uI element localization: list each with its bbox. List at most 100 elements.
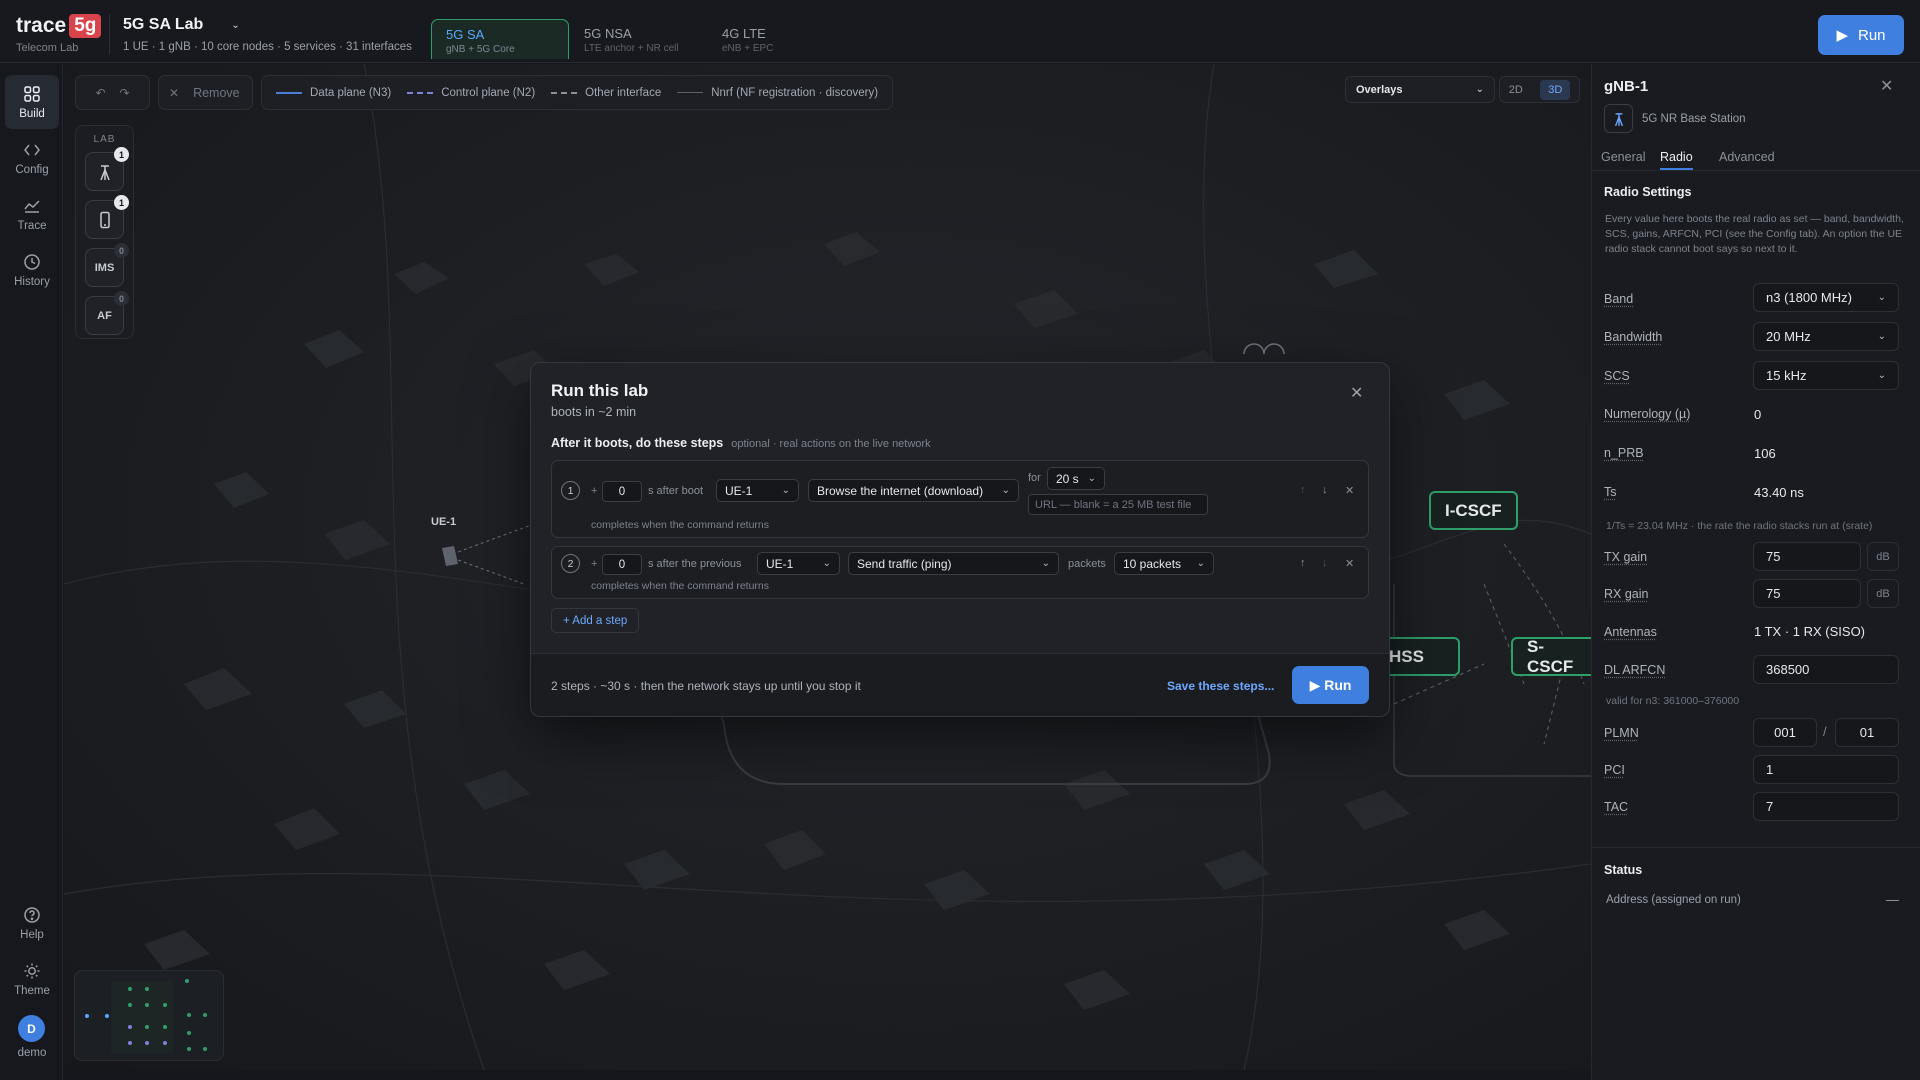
dialog-title: Run this lab — [551, 381, 649, 400]
step-action-select[interactable]: Browse the internet (download) ⌄ — [808, 479, 1019, 502]
chevron-down-icon: ⌄ — [1877, 370, 1886, 381]
field-label-tx-gain: TX gain — [1604, 550, 1648, 564]
minimap-dots — [85, 979, 207, 1053]
step-action-value: Send traffic (ping) — [857, 556, 952, 571]
dialog-run-button[interactable]: ▶ Run — [1292, 666, 1369, 704]
legend-label: Nnrf (NF registration · discovery) — [711, 86, 879, 99]
dl-arfcn-note: valid for n3: 361000–376000 — [1606, 695, 1740, 707]
steps-optional-note: optional · real actions on the live netw… — [731, 438, 931, 450]
minimap[interactable] — [74, 970, 224, 1061]
step-delay-input[interactable]: 0 — [602, 554, 642, 575]
palette-item-af[interactable]: AF 0 — [85, 291, 129, 335]
help-icon — [24, 906, 40, 923]
delete-step-icon[interactable]: ✕ — [1345, 484, 1354, 497]
plmn-mcc-input[interactable]: 001 — [1753, 718, 1817, 747]
close-icon[interactable]: ✕ — [1880, 76, 1893, 96]
step-target-select[interactable]: UE-1 ⌄ — [757, 552, 840, 575]
avatar[interactable]: D — [18, 1015, 45, 1042]
step-duration-select[interactable]: 20 s ⌄ — [1047, 467, 1105, 490]
remove-button[interactable]: ✕ Remove — [158, 75, 253, 110]
numerology-value: 0 — [1754, 407, 1762, 422]
step-target-select[interactable]: UE-1 ⌄ — [716, 479, 799, 502]
field-label-nprb: n_PRB — [1604, 446, 1644, 460]
step-duration-value: 20 s — [1056, 471, 1079, 486]
field-label-rx-gain: RX gain — [1604, 587, 1649, 601]
tab-advanced[interactable]: Advanced — [1719, 150, 1775, 168]
pci-value: 1 — [1766, 762, 1774, 777]
palette-item-gnb[interactable]: 1 — [85, 147, 129, 191]
help-text: Every value here boots the real radio as… — [1605, 213, 1904, 255]
chart-icon — [24, 199, 40, 213]
dialog-subtitle: boots in ~2 min — [551, 405, 637, 419]
rx-gain-input[interactable]: 75 — [1753, 579, 1861, 608]
chevron-down-icon: ⌄ — [1475, 84, 1484, 95]
legend-label: Other interface — [585, 86, 662, 99]
view-toggle: 2D 3D — [1499, 76, 1580, 103]
ts-note: 1/Ts = 23.04 MHz · the rate the radio st… — [1606, 520, 1873, 532]
tac-value: 7 — [1766, 799, 1774, 814]
tab-sublabel: LTE anchor + NR cell — [584, 43, 679, 54]
plmn-mnc-input[interactable]: 01 — [1835, 718, 1899, 747]
legend-item: Control plane (N2) — [407, 87, 535, 99]
legend-item: Other interface — [551, 87, 661, 99]
step-note: completes when the command returns — [591, 519, 770, 531]
move-up-icon[interactable]: ↑ — [1300, 557, 1306, 569]
node-i-cscf[interactable]: I-CSCF — [1429, 491, 1518, 530]
rail-item-label: History — [14, 275, 50, 288]
save-steps-link[interactable]: Save these steps... — [1167, 679, 1274, 693]
overlays-select[interactable]: Overlays ⌄ — [1345, 76, 1495, 103]
app-logo: trace 5g — [16, 14, 102, 38]
scs-select[interactable]: 15 kHz ⌄ — [1753, 361, 1899, 390]
brand-badge: 5g — [69, 14, 102, 38]
field-label-scs: SCS — [1604, 369, 1630, 383]
redo-icon[interactable]: ↷ — [120, 86, 130, 100]
lab-summary: 1 UE · 1 gNB · 10 core nodes · 5 service… — [123, 41, 412, 53]
rail-item-trace[interactable]: Trace — [5, 187, 59, 241]
rail-item-help[interactable]: Help — [5, 896, 59, 950]
step-target-value: UE-1 — [725, 483, 753, 498]
rail-item-theme[interactable]: Theme — [5, 952, 59, 1006]
rail-item-build[interactable]: Build — [5, 75, 59, 129]
chevron-down-icon: ⌄ — [1041, 558, 1050, 569]
step-url-input[interactable]: URL — blank = a 25 MB test file — [1028, 494, 1208, 515]
step-delay-input[interactable]: 0 — [602, 481, 642, 502]
run-button[interactable]: ▶ Run — [1818, 15, 1904, 55]
rail-item-label: Theme — [14, 984, 50, 997]
tab-radio[interactable]: Radio — [1660, 150, 1693, 170]
tab-4g-lte[interactable]: 4G LTE eNB + EPC — [708, 19, 828, 59]
palette-item-label: AF — [97, 309, 112, 322]
view-2d-button[interactable]: 2D — [1509, 84, 1523, 96]
move-up-icon[interactable]: ↑ — [1300, 484, 1306, 496]
lab-selector[interactable]: 5G SA Lab ⌄ — [123, 16, 240, 34]
pci-input[interactable]: 1 — [1753, 755, 1899, 784]
dl-arfcn-input[interactable]: 368500 — [1753, 655, 1899, 684]
delete-step-icon[interactable]: ✕ — [1345, 557, 1354, 570]
move-down-icon[interactable]: ↓ — [1322, 484, 1328, 496]
close-icon[interactable]: ✕ — [1350, 383, 1363, 403]
tab-5g-nsa[interactable]: 5G NSA LTE anchor + NR cell — [570, 19, 708, 59]
tab-general[interactable]: General — [1601, 150, 1645, 168]
node-s-cscf[interactable]: S-CSCF — [1511, 637, 1591, 676]
tac-input[interactable]: 7 — [1753, 792, 1899, 821]
rail-item-config[interactable]: Config — [5, 131, 59, 185]
undo-icon[interactable]: ↶ — [95, 86, 105, 100]
move-down-icon[interactable]: ↓ — [1322, 557, 1328, 569]
rail-item-history[interactable]: History — [5, 243, 59, 297]
palette-item-ims[interactable]: IMS 0 — [85, 243, 129, 287]
tab-label: 4G LTE — [722, 26, 766, 41]
ue-node-label[interactable]: UE-1 — [431, 516, 456, 528]
tab-5g-sa[interactable]: 5G SA gNB + 5G Core — [431, 19, 569, 59]
band-select[interactable]: n3 (1800 MHz) ⌄ — [1753, 283, 1899, 312]
palette-item-ue[interactable]: 1 — [85, 195, 129, 239]
add-step-button[interactable]: + Add a step — [551, 608, 640, 633]
chevron-down-icon: ⌄ — [781, 485, 790, 496]
antenna-icon — [1604, 104, 1633, 133]
step-action-select[interactable]: Send traffic (ping) ⌄ — [848, 552, 1059, 575]
view-3d-button[interactable]: 3D — [1540, 79, 1571, 100]
tx-gain-input[interactable]: 75 — [1753, 542, 1861, 571]
palette-title: LAB — [93, 134, 116, 145]
step-packets-select[interactable]: 10 packets ⌄ — [1114, 552, 1214, 575]
field-label-antennas: Antennas — [1604, 625, 1657, 639]
bandwidth-select[interactable]: 20 MHz ⌄ — [1753, 322, 1899, 351]
rail-item-label: Build — [19, 107, 45, 120]
